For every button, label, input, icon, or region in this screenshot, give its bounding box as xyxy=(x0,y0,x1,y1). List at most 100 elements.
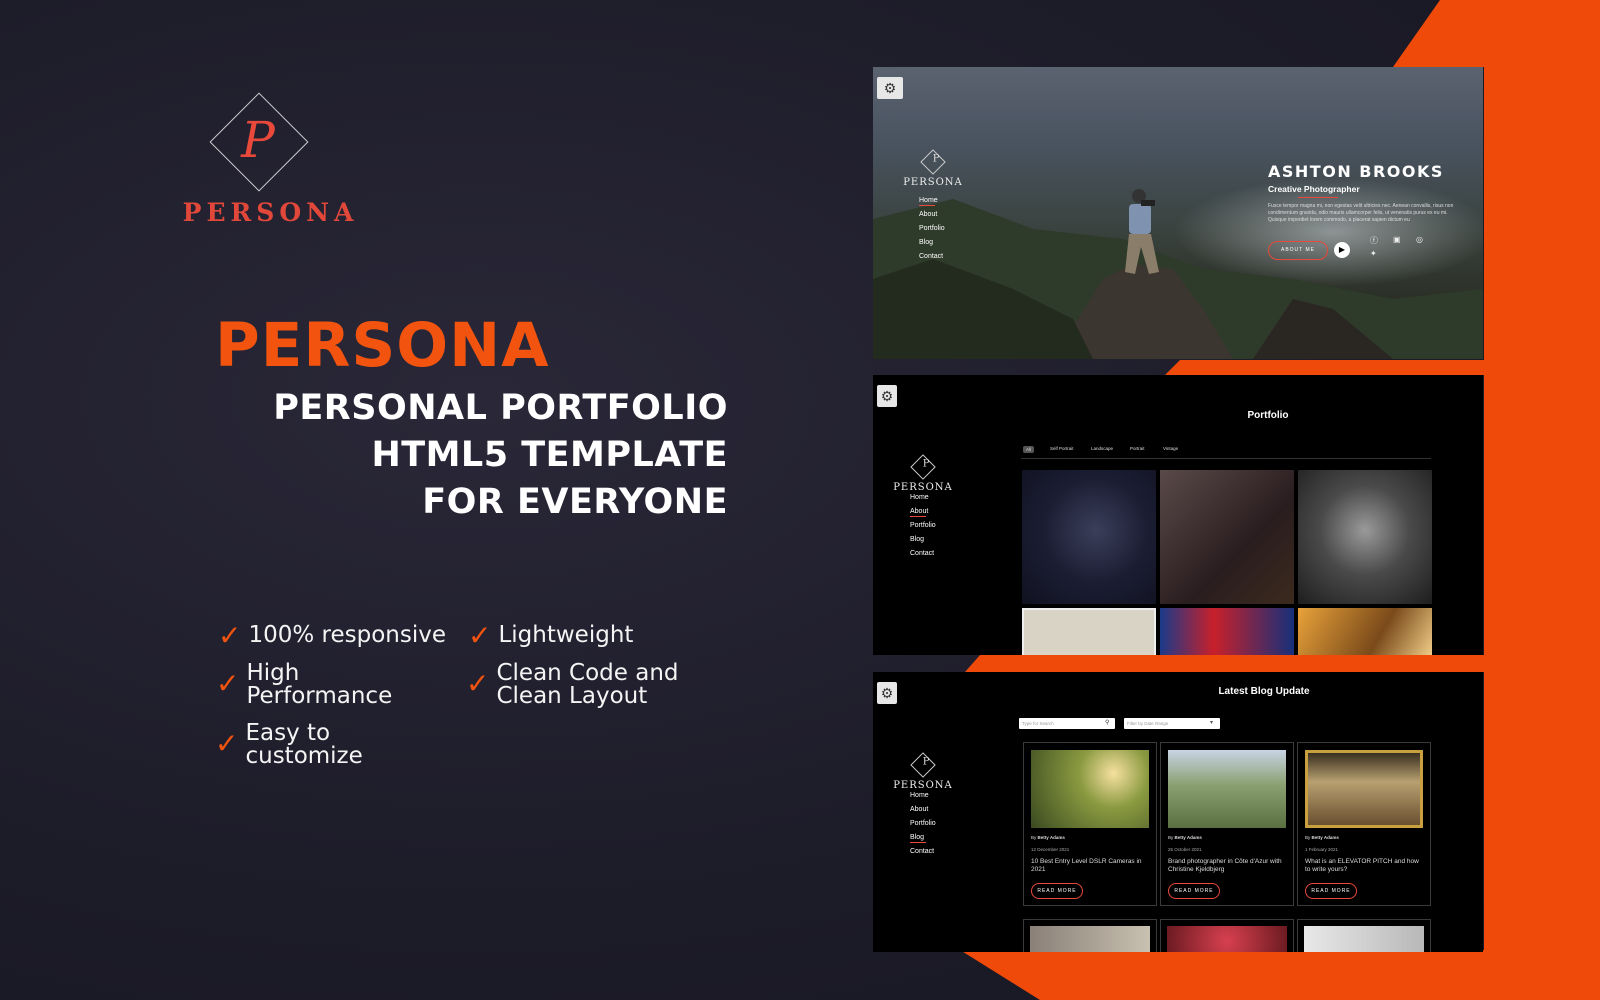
portfolio-image[interactable] xyxy=(1022,608,1156,655)
portfolio-image[interactable] xyxy=(1160,608,1294,655)
hero-description: Fusce tempor magna mi, non egestas velit… xyxy=(1268,203,1454,223)
logo-letter: P xyxy=(922,458,930,470)
hero-screenshot: ⚙ P PERSONA Home About Portfolio Blog Co… xyxy=(873,67,1483,359)
mini-logo: P PERSONA xyxy=(893,149,973,188)
feature-label: Clean Code and xyxy=(496,660,679,686)
filter-tab-portrait[interactable]: Portrait xyxy=(1130,446,1145,451)
nav-item-blog[interactable]: Blog xyxy=(910,831,936,845)
nav-item-home[interactable]: Home xyxy=(910,789,936,803)
blog-card-image[interactable] xyxy=(1031,750,1149,828)
product-title: PERSONA xyxy=(215,310,550,381)
linkedin-icon[interactable]: ▣ xyxy=(1393,235,1401,244)
blog-card-title[interactable]: Brand photographer in Côte d'Azur with C… xyxy=(1168,858,1286,874)
feature-label: High xyxy=(246,660,300,686)
side-nav: Home About Portfolio Blog Contact xyxy=(910,491,936,561)
about-me-button[interactable]: ABOUT ME xyxy=(1268,241,1328,260)
logo-wordmark: PERSONA xyxy=(182,198,359,227)
feature-item: ✓ Clean Code and Clean Layout xyxy=(466,662,679,708)
nav-item-portfolio[interactable]: Portfolio xyxy=(919,222,945,236)
photographer-figure xyxy=(1125,189,1159,274)
blog-card-image[interactable] xyxy=(1030,926,1150,952)
nav-item-home[interactable]: Home xyxy=(910,491,936,505)
blog-card[interactable] xyxy=(1023,919,1157,952)
mini-logo: P PERSONA xyxy=(883,752,963,791)
filter-tab-vintage[interactable]: Vintage xyxy=(1163,446,1178,451)
read-more-button[interactable]: READ MORE xyxy=(1305,883,1357,899)
logo-letter: P xyxy=(922,756,930,768)
feature-item: ✓ 100% responsive xyxy=(218,619,447,652)
blog-card[interactable]: By Betty Adams 1 February 2021 What is a… xyxy=(1297,742,1431,906)
settings-gear-icon[interactable]: ⚙ xyxy=(877,385,897,407)
side-nav: Home About Portfolio Blog Contact xyxy=(910,789,936,859)
mountain-landscape xyxy=(873,199,1483,359)
blog-card-image[interactable] xyxy=(1305,750,1423,828)
blog-card-image[interactable] xyxy=(1304,926,1424,952)
nav-item-home[interactable]: Home xyxy=(919,194,945,208)
play-icon[interactable]: ▶ xyxy=(1334,242,1350,258)
section-title: Latest Blog Update xyxy=(1218,686,1310,697)
check-icon: ✓ xyxy=(216,667,240,700)
blog-card-image[interactable] xyxy=(1168,750,1286,828)
nav-item-contact[interactable]: Contact xyxy=(910,845,936,859)
logo-letter: P xyxy=(932,153,940,165)
blog-card-title[interactable]: 10 Best Entry Level DSLR Cameras in 2021 xyxy=(1031,858,1149,874)
search-input[interactable]: Type for Search xyxy=(1019,718,1115,729)
check-icon: ✓ xyxy=(466,667,490,700)
logo-diamond: P xyxy=(910,752,936,778)
filter-tab-all[interactable]: All xyxy=(1023,446,1035,453)
feature-label: customize xyxy=(245,743,363,769)
hero-role: Creative Photographer xyxy=(1268,184,1360,198)
nav-item-blog[interactable]: Blog xyxy=(910,533,936,547)
blog-card[interactable] xyxy=(1297,919,1431,952)
feature-item: ✓ Easy to customize xyxy=(215,722,363,768)
blog-card-author: By Betty Adams xyxy=(1168,835,1202,840)
nav-item-contact[interactable]: Contact xyxy=(919,250,945,264)
feature-label: Clean Layout xyxy=(496,683,648,709)
search-icon[interactable]: ⚲ xyxy=(1105,719,1109,726)
logo-wordmark: PERSONA xyxy=(903,177,963,188)
blog-card-title[interactable]: What is an ELEVATOR PITCH and how to wri… xyxy=(1305,858,1423,874)
read-more-button[interactable]: READ MORE xyxy=(1168,883,1220,899)
logo-diamond: P xyxy=(920,149,946,175)
blog-card[interactable] xyxy=(1160,919,1294,952)
nav-item-about[interactable]: About xyxy=(919,208,945,222)
feature-label: Performance xyxy=(246,683,393,709)
nav-item-contact[interactable]: Contact xyxy=(910,547,936,561)
portfolio-image[interactable] xyxy=(1160,470,1294,604)
blog-card-author: By Betty Adams xyxy=(1305,835,1339,840)
feature-label: Easy to xyxy=(245,720,331,746)
instagram-icon[interactable]: ◎ xyxy=(1416,235,1423,244)
blog-card-date: 12 December 2021 xyxy=(1031,847,1070,852)
nav-item-about[interactable]: About xyxy=(910,803,936,817)
nav-item-portfolio[interactable]: Portfolio xyxy=(910,817,936,831)
nav-item-blog[interactable]: Blog xyxy=(919,236,945,250)
blog-card[interactable]: By Betty Adams 12 December 2021 10 Best … xyxy=(1023,742,1157,906)
feature-label: 100% responsive xyxy=(248,622,447,648)
mini-logo: P PERSONA xyxy=(883,454,963,493)
subtitle-line: HTML5 TEMPLATE xyxy=(371,435,728,475)
check-icon: ✓ xyxy=(218,619,242,652)
filter-tab-landscape[interactable]: Landscape xyxy=(1091,446,1113,451)
filter-tab-self-portrait[interactable]: Self Portrait xyxy=(1050,446,1074,451)
read-more-button[interactable]: READ MORE xyxy=(1031,883,1083,899)
settings-gear-icon[interactable]: ⚙ xyxy=(877,77,903,99)
blog-card-image[interactable] xyxy=(1167,926,1287,952)
chevron-down-icon: ▾ xyxy=(1210,720,1214,726)
blog-screenshot: ⚙ P PERSONA Home About Portfolio Blog Co… xyxy=(873,672,1483,952)
nav-item-portfolio[interactable]: Portfolio xyxy=(910,519,936,533)
blog-card-date: 25 October 2021 xyxy=(1168,847,1202,852)
portfolio-image[interactable] xyxy=(1298,470,1432,604)
filter-divider xyxy=(1021,458,1431,459)
check-icon: ✓ xyxy=(215,727,239,760)
brand-logo: P PERSONA xyxy=(138,92,403,229)
blog-card[interactable]: By Betty Adams 25 October 2021 Brand pho… xyxy=(1160,742,1294,906)
check-icon: ✓ xyxy=(468,619,492,652)
feature-label: Lightweight xyxy=(498,622,634,648)
nav-item-about[interactable]: About xyxy=(910,505,936,519)
twitter-icon[interactable]: ✦ xyxy=(1370,249,1377,258)
facebook-icon[interactable]: ⓕ xyxy=(1370,235,1378,246)
date-filter-select[interactable]: Filter by Date Range xyxy=(1124,718,1220,729)
blog-card-date: 1 February 2021 xyxy=(1305,847,1339,852)
portfolio-image[interactable] xyxy=(1022,470,1156,604)
portfolio-image[interactable] xyxy=(1298,608,1432,655)
